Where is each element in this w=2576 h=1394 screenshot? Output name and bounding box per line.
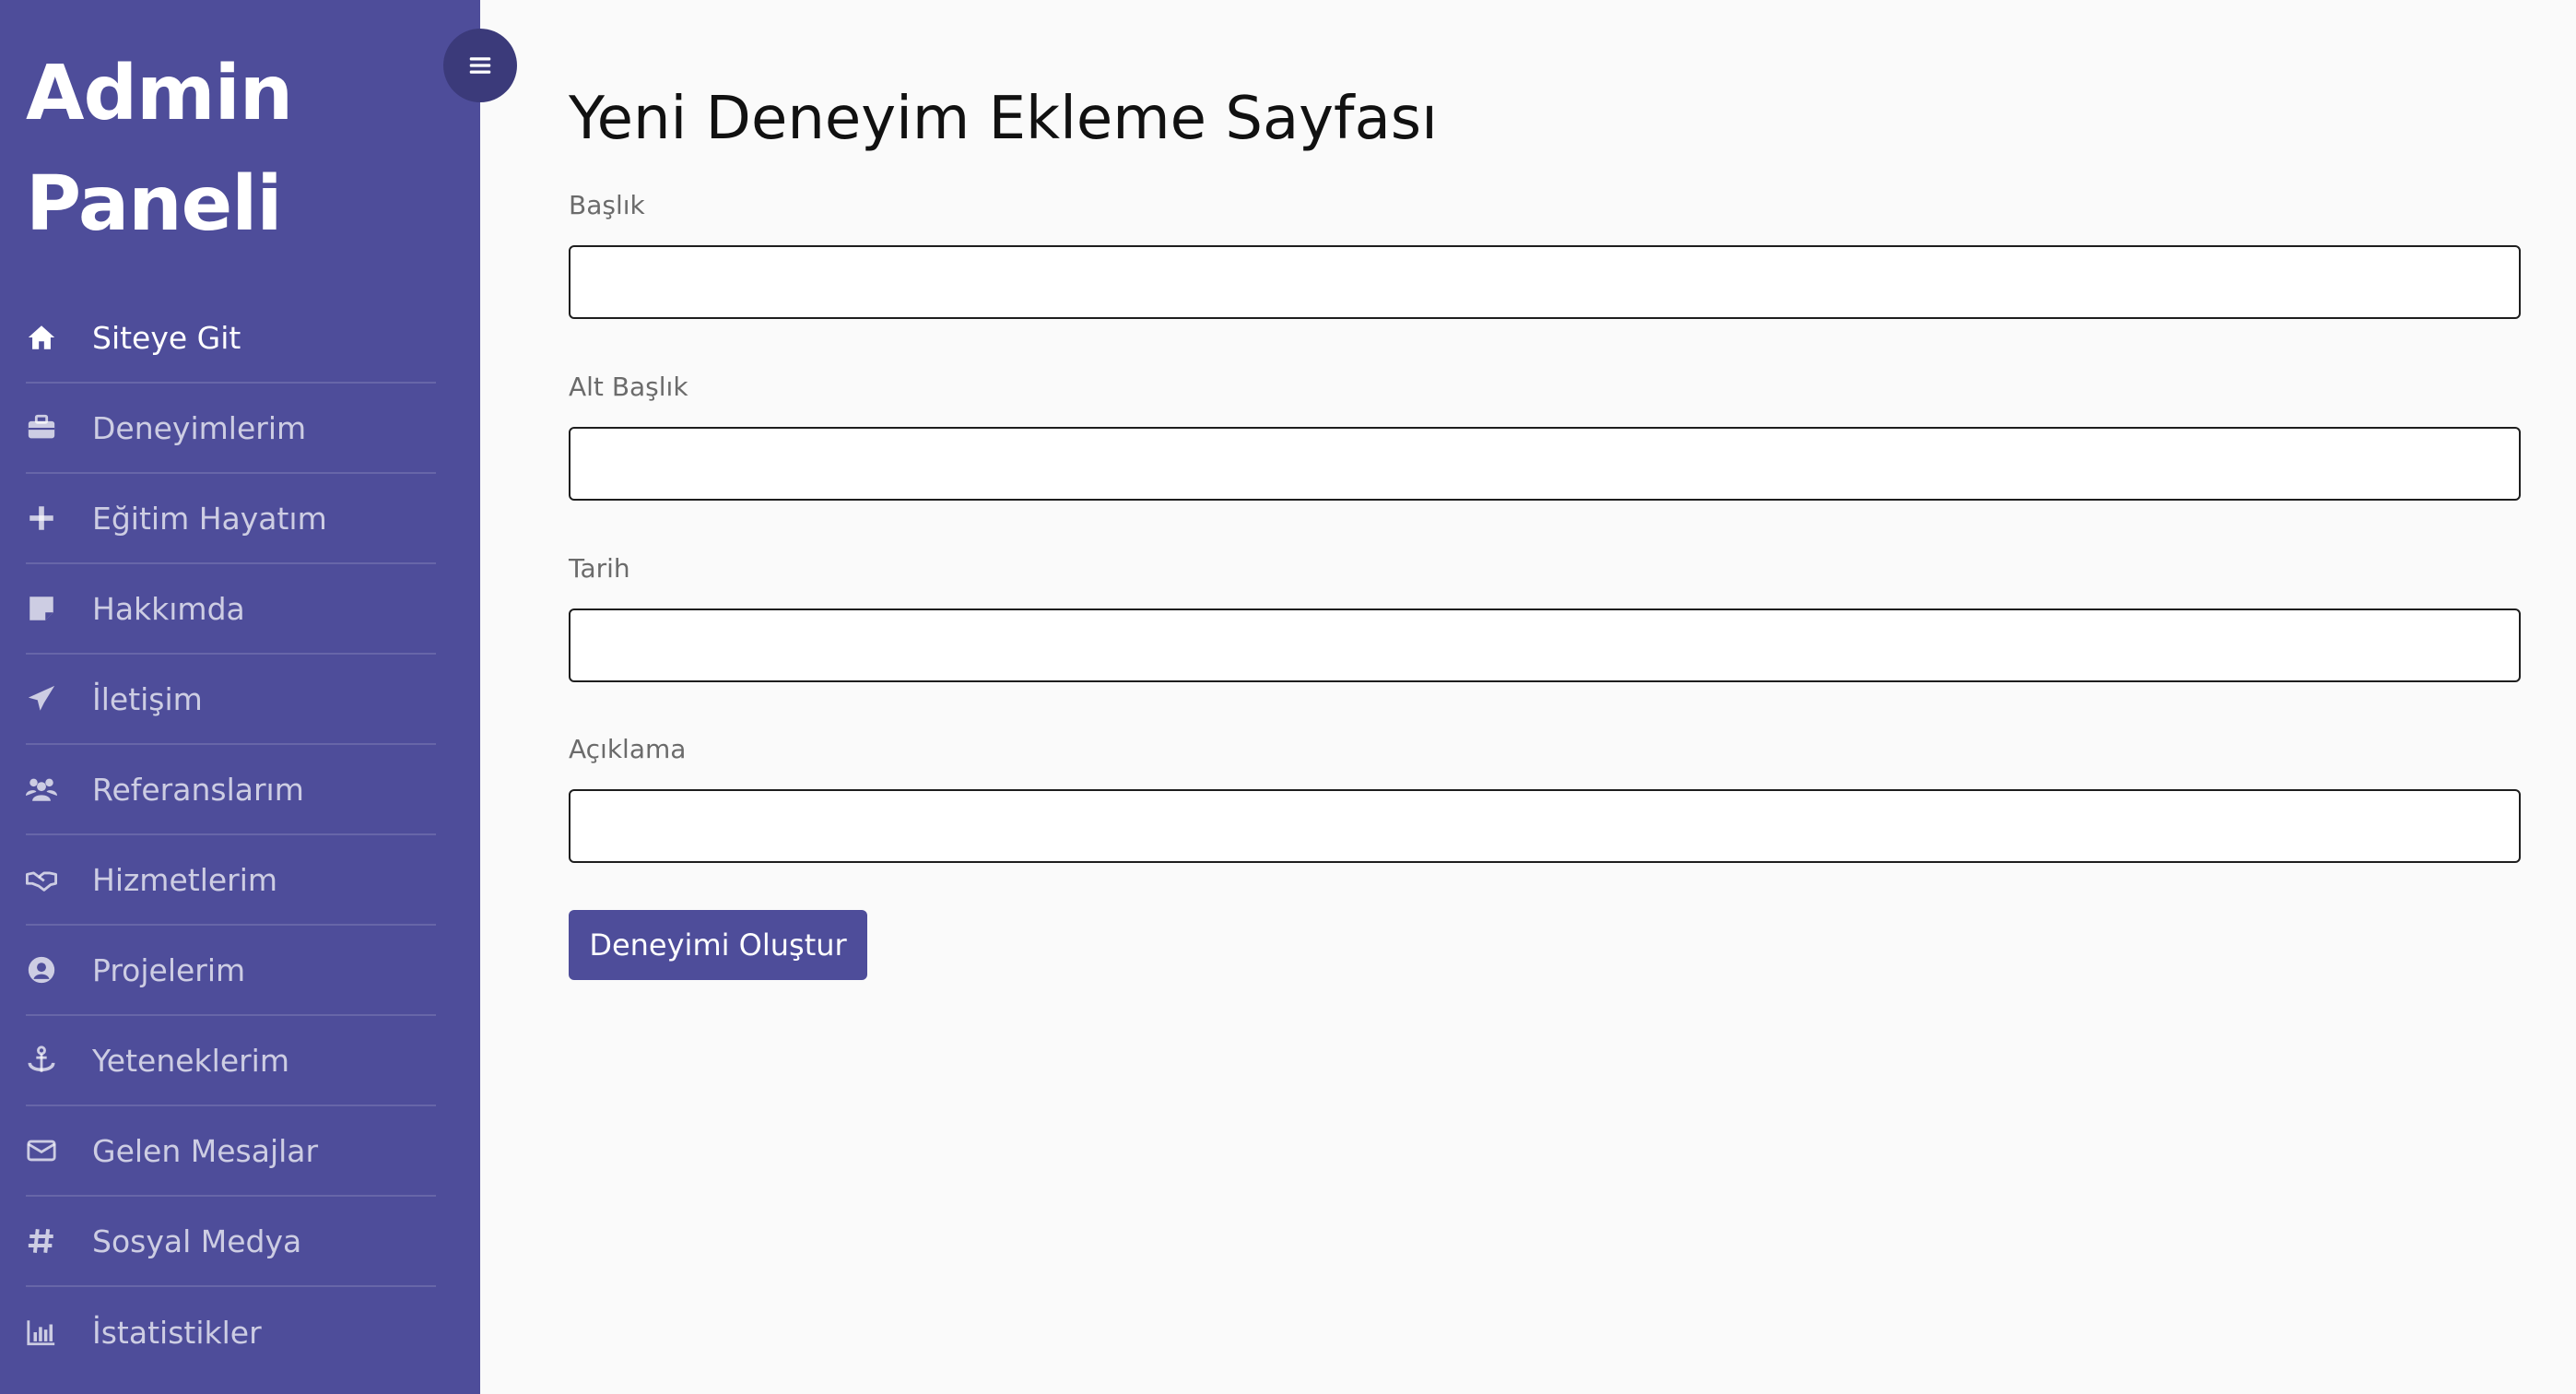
sidebar-item-label: İstatistikler <box>92 1314 262 1351</box>
sidebar-item-siteye-git[interactable]: Siteye Git <box>26 293 436 384</box>
brand-line-2: Paneli <box>26 160 282 248</box>
alt-baslik-input[interactable] <box>569 427 2521 501</box>
sidebar-item-referanslarim[interactable]: Referanslarım <box>26 745 436 835</box>
sidebar-item-iletisim[interactable]: İletişim <box>26 655 436 745</box>
anchor-icon <box>26 1042 92 1079</box>
create-experience-button[interactable]: Deneyimi Oluştur <box>569 910 867 980</box>
sidebar-item-label: Hakkımda <box>92 590 245 627</box>
sidebar-item-label: Yeteneklerim <box>92 1042 290 1079</box>
envelope-icon <box>26 1132 92 1169</box>
sidebar-item-label: Eğitim Hayatım <box>92 500 327 537</box>
field-label-aciklama: Açıklama <box>569 734 687 764</box>
sidebar: Admin Paneli Siteye Git Deneyimlerim Eği… <box>0 0 480 1394</box>
baslik-input[interactable] <box>569 245 2521 319</box>
sidebar-toggle-button[interactable] <box>443 29 517 102</box>
sidebar-item-label: Deneyimlerim <box>92 409 307 446</box>
handshake-icon <box>26 861 92 898</box>
home-icon <box>26 319 92 356</box>
sidebar-item-label: Siteye Git <box>92 319 241 356</box>
hamburger-menu-icon <box>469 57 491 74</box>
field-label-alt-baslik: Alt Başlık <box>569 372 688 402</box>
sidebar-menu: Siteye Git Deneyimlerim Eğitim Hayatım H… <box>26 293 436 1377</box>
sidebar-item-label: Sosyal Medya <box>92 1223 302 1259</box>
sidebar-item-label: İletişim <box>92 680 203 717</box>
plus-icon <box>26 500 92 537</box>
brand-title: Admin Paneli <box>26 39 450 260</box>
sidebar-item-label: Referanslarım <box>92 771 304 808</box>
field-label-baslik: Başlık <box>569 190 645 220</box>
aciklama-input[interactable] <box>569 789 2521 863</box>
sticky-note-icon <box>26 590 92 627</box>
sidebar-item-gelen-mesajlar[interactable]: Gelen Mesajlar <box>26 1106 436 1197</box>
field-label-tarih: Tarih <box>569 553 630 584</box>
sidebar-item-egitim-hayatim[interactable]: Eğitim Hayatım <box>26 474 436 564</box>
sidebar-item-label: Hizmetlerim <box>92 861 278 898</box>
paper-plane-icon <box>26 680 92 717</box>
page-title: Yeni Deneyim Ekleme Sayfası <box>569 85 1438 153</box>
sidebar-item-projelerim[interactable]: Projelerim <box>26 926 436 1016</box>
sidebar-item-label: Gelen Mesajlar <box>92 1132 319 1169</box>
users-icon <box>26 771 92 808</box>
sidebar-item-sosyal-medya[interactable]: Sosyal Medya <box>26 1197 436 1287</box>
briefcase-icon <box>26 409 92 446</box>
tarih-input[interactable] <box>569 608 2521 682</box>
brand-line-1: Admin <box>26 50 293 137</box>
user-circle-icon <box>26 951 92 988</box>
hashtag-icon <box>26 1223 92 1259</box>
sidebar-item-deneyimlerim[interactable]: Deneyimlerim <box>26 384 436 474</box>
sidebar-item-label: Projelerim <box>92 951 246 988</box>
sidebar-item-hakkimda[interactable]: Hakkımda <box>26 564 436 655</box>
sidebar-item-yeteneklerim[interactable]: Yeteneklerim <box>26 1016 436 1106</box>
sidebar-item-hizmetlerim[interactable]: Hizmetlerim <box>26 835 436 926</box>
sidebar-item-istatistikler[interactable]: İstatistikler <box>26 1287 436 1377</box>
bar-chart-icon <box>26 1314 92 1351</box>
